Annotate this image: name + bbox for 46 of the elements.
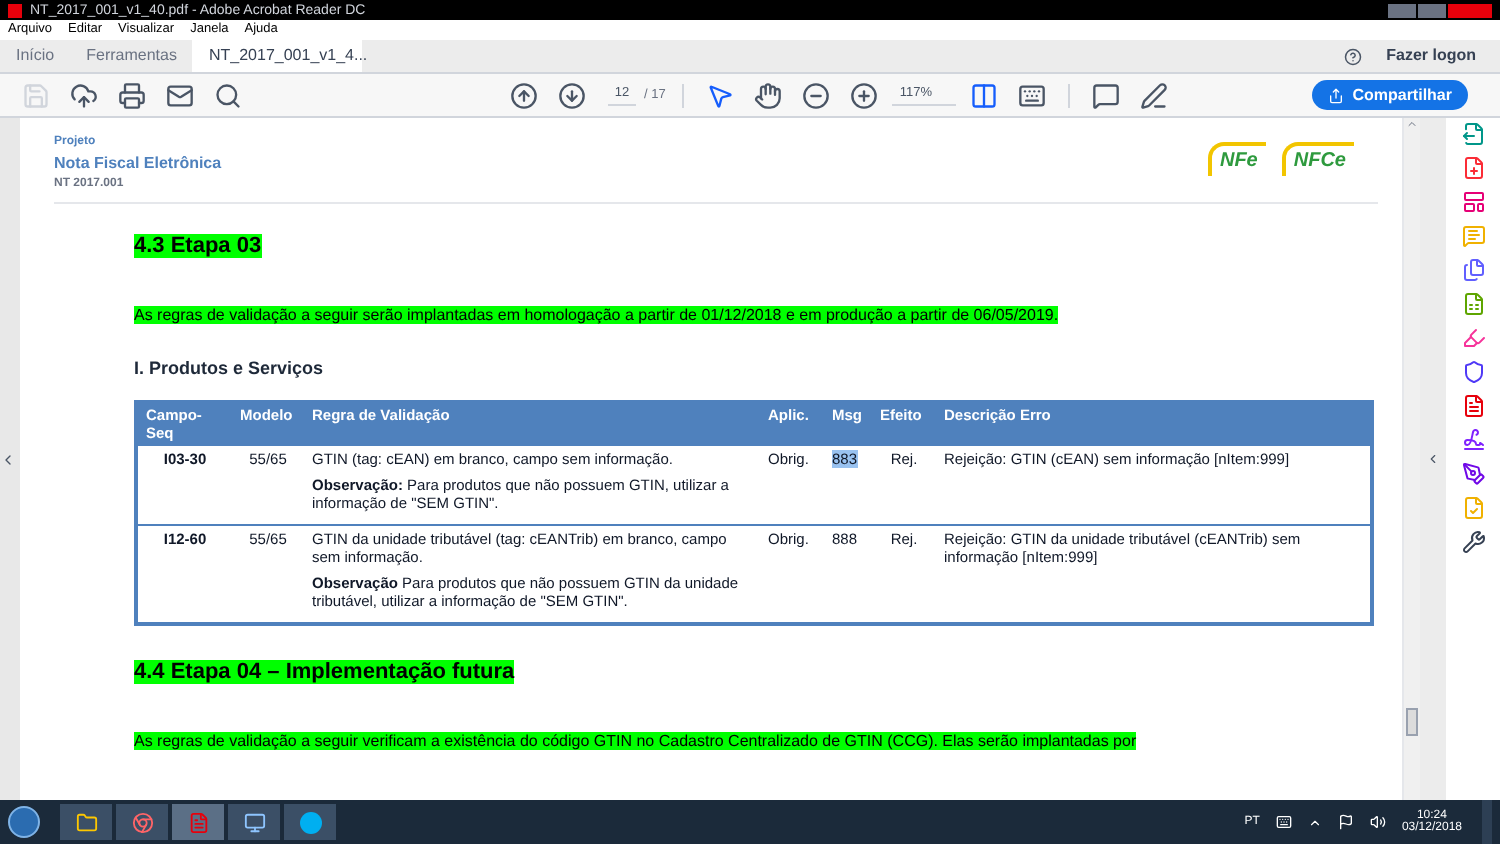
document-icon <box>187 811 209 833</box>
keyboard-icon[interactable] <box>1275 814 1292 830</box>
maximize-button[interactable] <box>1418 3 1446 17</box>
paragraph: As regras de validação a seguir verificam a existência do código GTIN no Cadastro Centralizado de GTIN (CCG). Elas serão implantadas por <box>134 731 1137 749</box>
monitor-icon <box>243 811 265 833</box>
sign-icon[interactable] <box>1461 462 1485 486</box>
minimize-button[interactable] <box>1388 3 1416 17</box>
section-heading: 4.3 Etapa 03 <box>134 234 262 258</box>
organize-pages-icon[interactable] <box>1461 292 1485 316</box>
edit-pen-icon[interactable] <box>1461 326 1485 350</box>
layout-icon[interactable] <box>1461 190 1485 214</box>
subheading: I. Produtos e Serviços <box>134 356 326 382</box>
export-file-icon[interactable] <box>1461 122 1485 146</box>
close-button[interactable] <box>1448 3 1492 17</box>
tab[interactable]: NT_2017_001_v1_4... <box>192 40 363 72</box>
wrench-icon[interactable] <box>1461 530 1485 554</box>
scrollbar-thumb[interactable] <box>1406 708 1418 736</box>
folder-icon <box>75 811 97 833</box>
file-check-icon[interactable] <box>1461 496 1485 520</box>
collapse-right-icon[interactable] <box>1426 452 1440 466</box>
shield-icon[interactable] <box>1461 360 1485 384</box>
logo: NFe <box>1207 142 1266 176</box>
share-button[interactable]: Compartilhar <box>1312 80 1468 110</box>
browser-icon <box>131 811 153 833</box>
combine-files-icon[interactable] <box>1461 258 1485 282</box>
logo: NFCe <box>1281 142 1354 176</box>
create-file-icon[interactable] <box>1461 156 1485 180</box>
app-icon <box>8 3 22 17</box>
taskbar-item[interactable] <box>116 804 168 840</box>
taskbar-item[interactable] <box>228 804 280 840</box>
document-icon[interactable] <box>1461 394 1485 418</box>
taskbar-item[interactable] <box>60 804 112 840</box>
tray-expand-icon[interactable] <box>1307 815 1322 829</box>
signature-icon[interactable] <box>1461 428 1485 452</box>
login-link[interactable]: Fazer logon <box>1386 44 1476 68</box>
collapse-left-icon[interactable] <box>0 451 16 467</box>
share-icon <box>1328 87 1345 103</box>
taskbar-item[interactable] <box>284 804 336 840</box>
paragraph: As regras de validação a seguir serão implantadas em homologação a partir de 01/12/2018 e em produção a partir de 06/05/2019. <box>134 306 1059 324</box>
help-icon[interactable] <box>1344 47 1363 65</box>
volume-icon[interactable] <box>1369 814 1386 830</box>
flag-icon[interactable] <box>1337 814 1354 830</box>
tab[interactable]: Início <box>0 40 71 72</box>
start-button[interactable] <box>8 806 40 838</box>
header-title: Nota Fiscal Eletrônica <box>54 152 222 176</box>
tab[interactable]: Ferramentas <box>70 40 193 72</box>
